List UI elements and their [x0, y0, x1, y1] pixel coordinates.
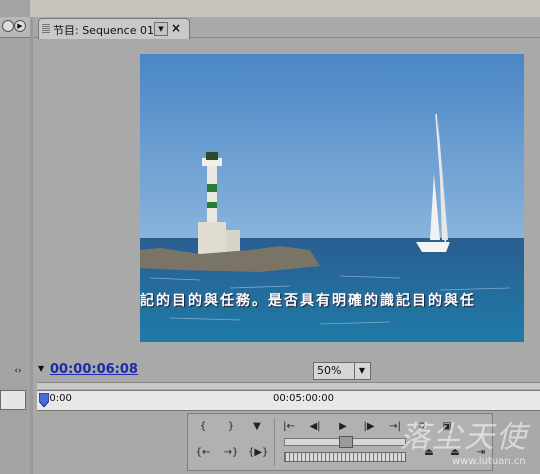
- chevron-down-icon[interactable]: ▼: [354, 363, 369, 379]
- goto-in-icon[interactable]: {←: [194, 446, 212, 460]
- close-icon[interactable]: ×: [171, 21, 181, 35]
- jog-wheel[interactable]: [284, 452, 406, 462]
- step-forward-icon[interactable]: |▶: [360, 420, 378, 434]
- source-ruler[interactable]: [0, 390, 26, 410]
- goto-out-icon[interactable]: →}: [222, 446, 240, 460]
- sky: [140, 54, 524, 240]
- current-timecode[interactable]: 00:00:06:08: [50, 362, 138, 377]
- mark-out-icon[interactable]: }: [222, 420, 240, 434]
- play-in-to-out-icon[interactable]: {▶}: [248, 446, 268, 460]
- triangle-down-icon: ▼: [158, 25, 164, 33]
- program-video-frame: 記的目的與任務。是否具有明確的識記目的與任: [140, 54, 524, 342]
- window-top-strip: [0, 0, 540, 17]
- tab-program-sequence[interactable]: 节目: Sequence 01 ▼ ×: [38, 18, 190, 39]
- time-ruler[interactable]: 00:00 00:05:00:00: [37, 390, 540, 411]
- zoom-select[interactable]: 50% ▼: [313, 362, 371, 380]
- play-icon[interactable]: ▶: [14, 20, 26, 32]
- subtitle-text: 記的目的與任務。是否具有明確的識記目的與任: [140, 293, 476, 309]
- source-panel-edge: ▶ ‹›: [0, 0, 30, 474]
- grip-icon[interactable]: [42, 24, 50, 34]
- play-button-icon[interactable]: ▶: [334, 420, 352, 434]
- panel-menu-button[interactable]: ▼: [154, 22, 168, 36]
- set-marker-icon[interactable]: ▼: [38, 364, 44, 373]
- ruler-tick-5min: 00:05:00:00: [273, 393, 335, 404]
- step-back-icon[interactable]: ◀|: [306, 420, 324, 434]
- watermark-url: www.lutuan.cn: [452, 456, 526, 467]
- divider: [274, 418, 275, 466]
- shuttle-slider[interactable]: [284, 436, 406, 448]
- shuttle-thumb[interactable]: [339, 436, 353, 448]
- set-marker-button-icon[interactable]: ▼: [248, 420, 266, 434]
- playhead[interactable]: [38, 392, 50, 408]
- panel-menu-icon[interactable]: [2, 20, 14, 32]
- tab-title: 节目: Sequence 01: [53, 24, 154, 37]
- viewing-area-bar[interactable]: [37, 382, 540, 389]
- split-arrows-icon[interactable]: ‹›: [12, 366, 24, 376]
- zoom-value: 50%: [317, 364, 342, 377]
- mark-in-icon[interactable]: {: [194, 420, 212, 434]
- watermark-logo: 落尘天使: [400, 420, 528, 455]
- playhead-icon: [38, 392, 50, 408]
- goto-previous-edit-icon[interactable]: |←: [280, 420, 298, 434]
